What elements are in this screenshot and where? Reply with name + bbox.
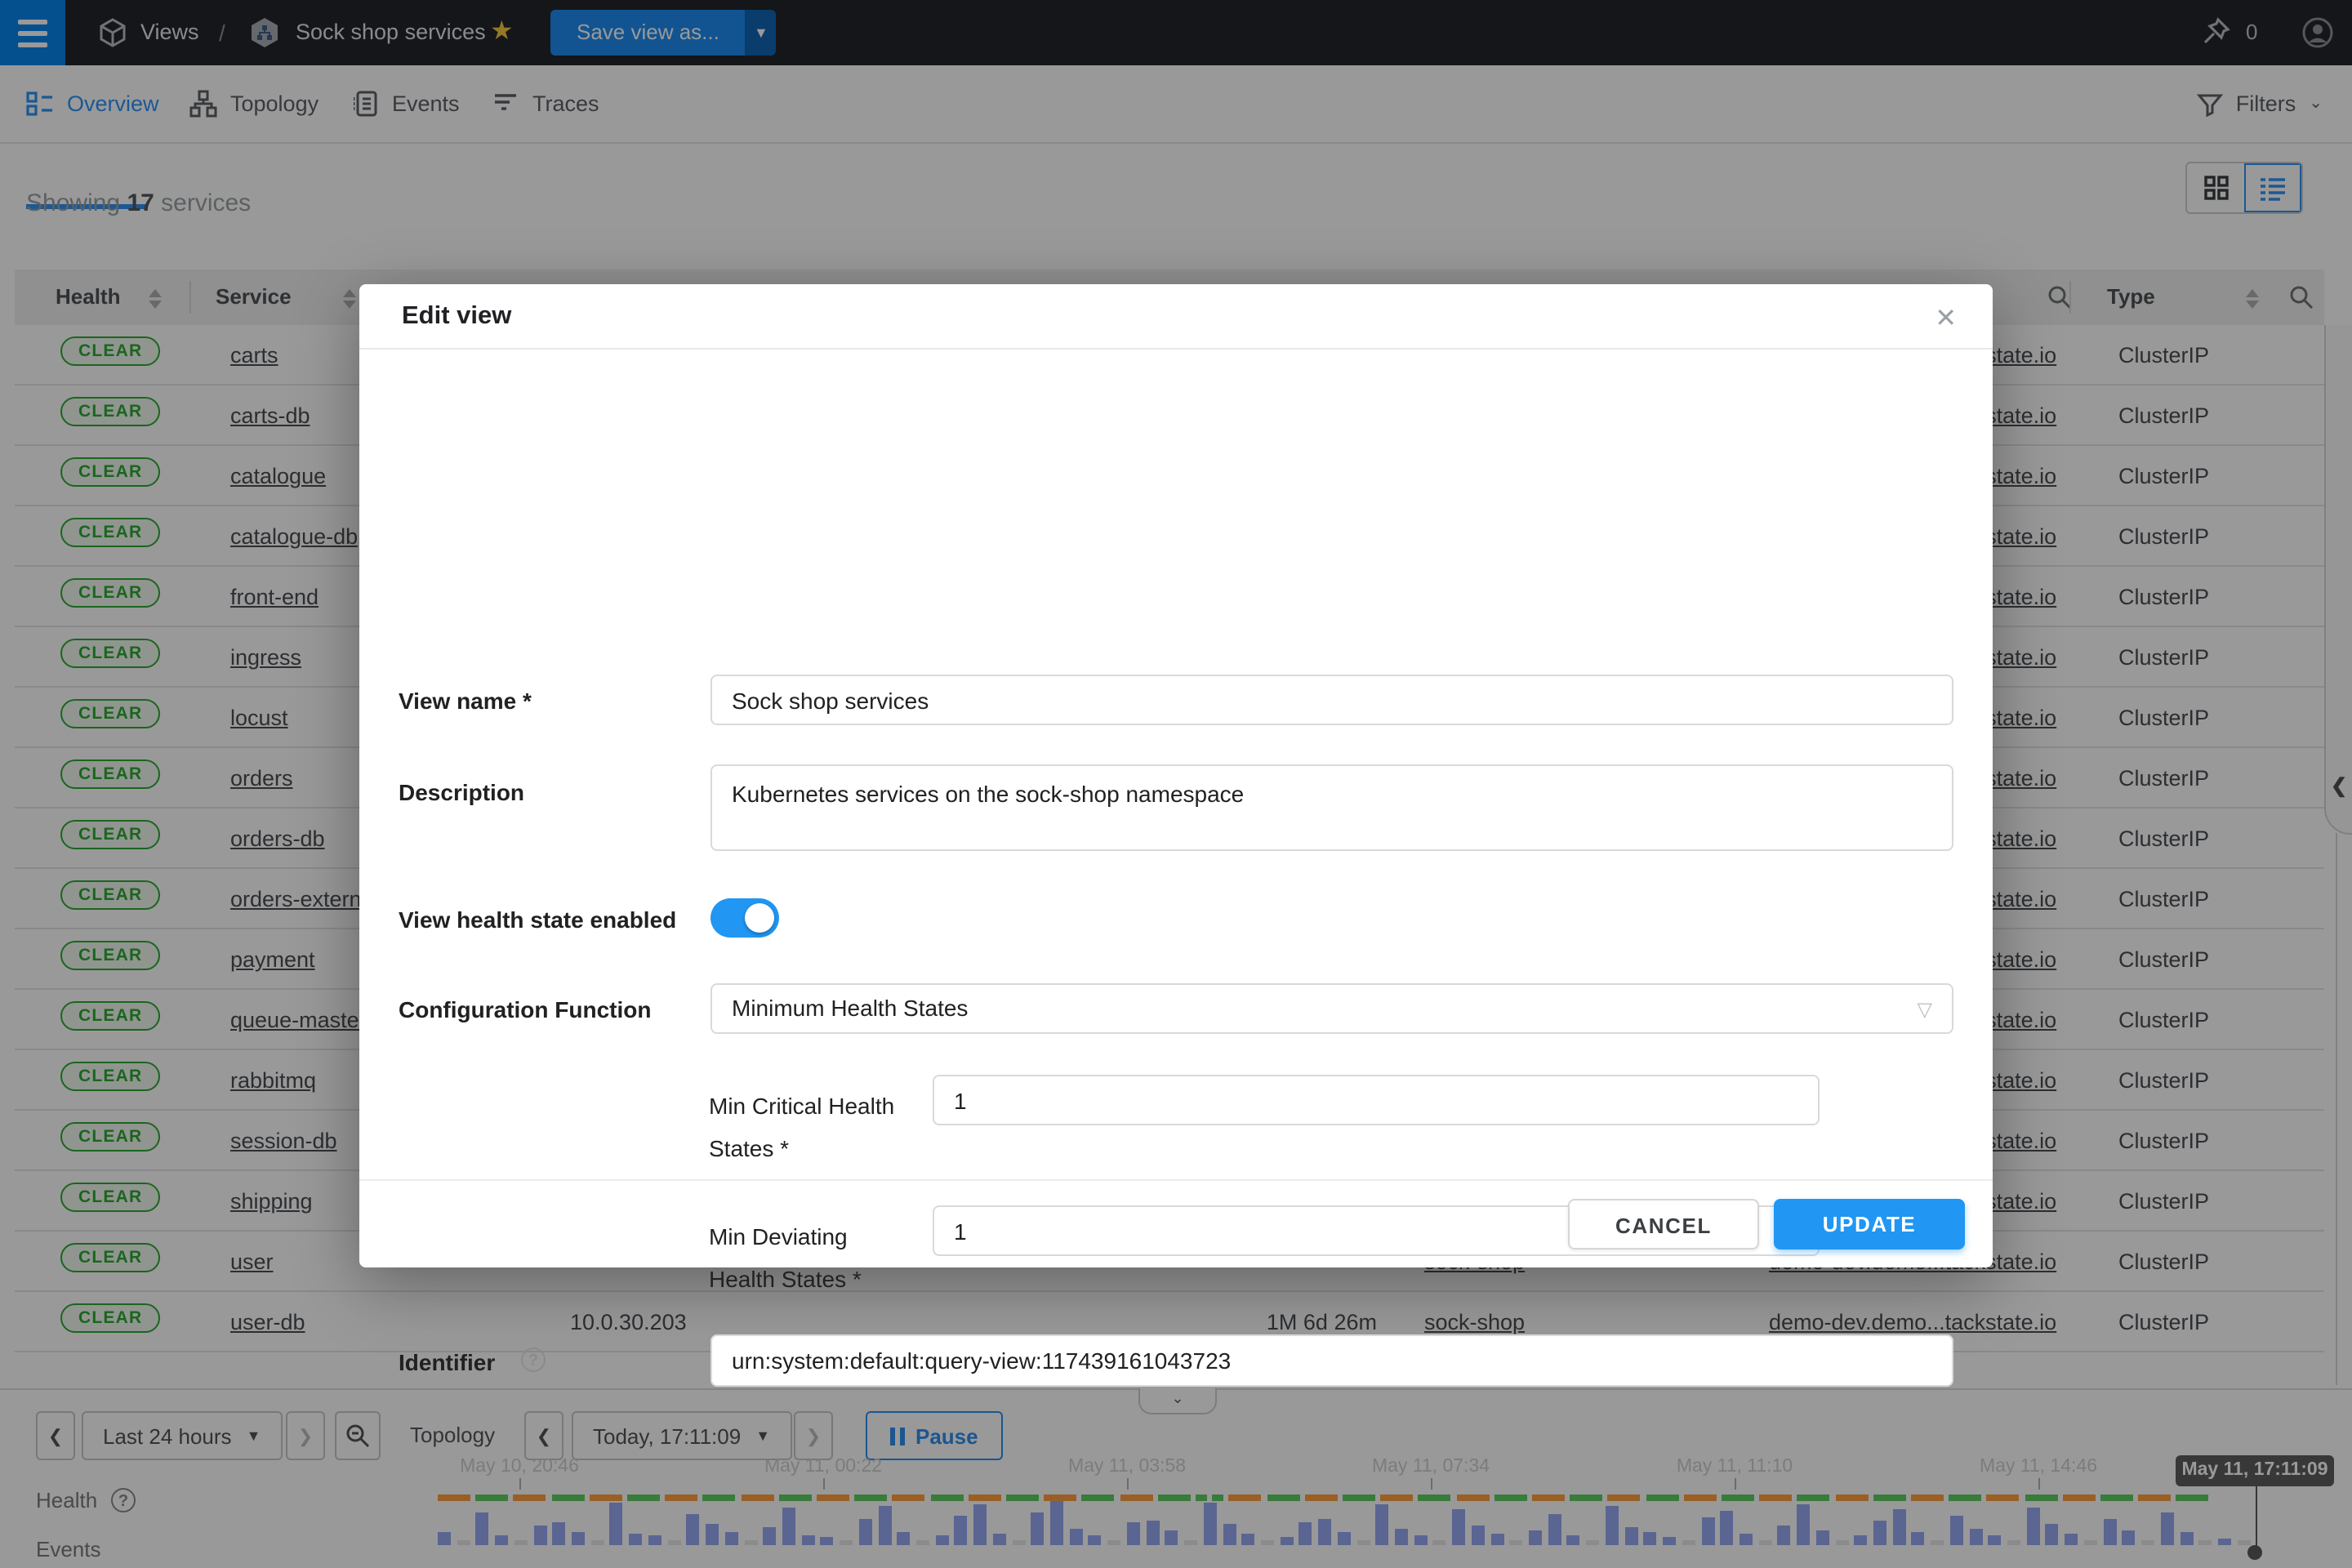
description-input[interactable]: Kubernetes services on the sock-shop nam… (710, 764, 1953, 851)
view-name-label: View name * (399, 688, 532, 714)
min-critical-label: Min Critical Health States * (709, 1085, 921, 1169)
health-state-toggle[interactable] (710, 898, 779, 938)
identifier-help-icon[interactable]: ? (521, 1348, 546, 1372)
description-label: Description (399, 779, 524, 805)
view-name-input[interactable] (710, 675, 1953, 725)
modal-header: Edit view ✕ (359, 284, 1993, 350)
toggle-knob (745, 903, 774, 933)
cancel-button[interactable]: CANCEL (1568, 1199, 1759, 1250)
app-root: Views / Sock shop services ★ Save view a… (0, 0, 2352, 1568)
close-icon[interactable]: ✕ (1928, 299, 1963, 338)
config-function-label: Configuration Function (399, 996, 652, 1022)
health-toggle-label: View health state enabled (399, 906, 676, 933)
config-function-select[interactable]: Minimum Health States ▽ (710, 983, 1953, 1034)
identifier-input[interactable] (710, 1334, 1953, 1387)
modal-footer: CANCEL UPDATE (359, 1179, 1993, 1267)
config-function-value: Minimum Health States (732, 995, 968, 1021)
identifier-label: Identifier (399, 1349, 495, 1375)
modal-title: Edit view (402, 302, 511, 332)
chevron-down-icon: ▽ (1918, 985, 1932, 1036)
min-critical-input[interactable] (933, 1075, 1820, 1125)
update-button[interactable]: UPDATE (1774, 1199, 1965, 1250)
edit-view-modal: Edit view ✕ View name * Description Kube… (359, 284, 1993, 1267)
